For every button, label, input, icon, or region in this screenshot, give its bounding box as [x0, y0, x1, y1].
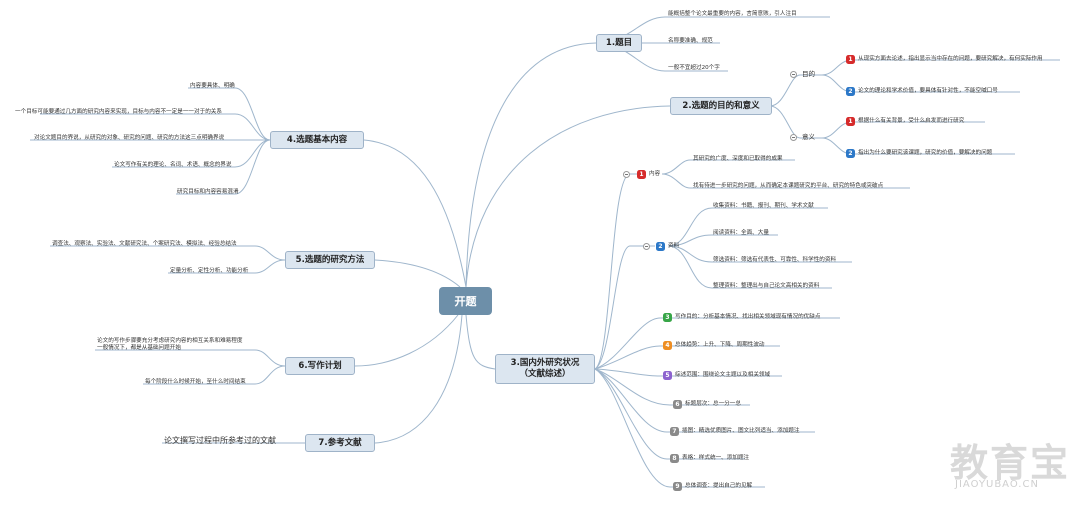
priority-3-icon: 3 — [663, 313, 672, 322]
purpose-item-2: 论文的理论和学术价值，要具体有针对性，不能空喊口号 — [858, 88, 998, 94]
other-item-4: 总体趋势：上升、下降、周期性波动 — [675, 342, 765, 348]
content-item-2: 找有待进一步研究的问题，从而确定本课题研究的平台、研究的特色或突破点 — [693, 183, 884, 189]
priority-5-icon: 5 — [663, 371, 672, 380]
materials-item-4: 整理资料：整理出与自己论文高相关的资料 — [713, 283, 820, 289]
other-item-8: 表格：样式统一、添加题注 — [682, 455, 750, 461]
content-item-1: 其研究的广度、深度和已取得的成果 — [693, 156, 783, 162]
collapse-materials-toggle[interactable] — [643, 243, 650, 250]
priority-8-icon: 8 — [670, 454, 679, 463]
collapse-meaning-toggle[interactable] — [790, 134, 797, 141]
materials-item-2: 阅读资料：全面、大量 — [713, 230, 769, 236]
method-leaf-2: 定量分析、定性分析、功能分析 — [170, 268, 249, 274]
topic-title-1[interactable]: 1.题目 — [596, 34, 642, 52]
purpose-label: 目的 — [802, 70, 815, 78]
other-item-5: 综述范围：围绕论文主题以及相关领域 — [675, 372, 771, 378]
priority-4-icon: 4 — [663, 341, 672, 350]
priority-2-icon: 2 — [846, 87, 855, 96]
collapse-purpose-toggle[interactable] — [790, 71, 797, 78]
other-item-7: 插图：精选优质图片、图文比列适当、添加题注 — [682, 428, 800, 434]
connector-lines — [30, 16, 1060, 488]
priority-6-icon: 6 — [673, 400, 682, 409]
central-topic[interactable]: 开题 — [439, 287, 492, 315]
reference-leaf: 论文撰写过程中所参考过的文献 — [164, 436, 276, 445]
priority-1-icon: 1 — [637, 170, 646, 179]
content-leaf-3: 对论文题目的界说，从研究的对象、研究的问题、研究的方法这三点明确界说 — [34, 135, 225, 141]
topic-purpose-2[interactable]: 2.选题的目的和意义 — [670, 97, 772, 115]
title-leaf-2: 名称要准确、规范 — [668, 38, 713, 44]
plan-leaf-1-line2: 一般情况下，都是从基础问题开始 — [97, 345, 181, 351]
topic-method-5[interactable]: 5.选题的研究方法 — [285, 251, 375, 269]
topic-plan-6[interactable]: 6.写作计划 — [285, 357, 355, 375]
meaning-item-1: 根据什么有关背景，受什么启发而进行研究 — [858, 118, 965, 124]
content-leaf-1: 内容要具体、明确 — [190, 83, 235, 89]
priority-7-icon: 7 — [670, 427, 679, 436]
meaning-label: 意义 — [802, 133, 815, 141]
other-item-3: 写作目的：分析基本情况、找出相关领域现有情况的优缺点 — [675, 314, 821, 320]
topic-reference-7[interactable]: 7.参考文献 — [305, 434, 375, 452]
mind-map-canvas: 开题 1.题目 2.选题的目的和意义 3.国内外研究状况 （文献综述） 4.选题… — [0, 0, 1080, 507]
priority-2-icon: 2 — [656, 242, 665, 251]
priority-2-icon: 2 — [846, 149, 855, 158]
topic-content-4[interactable]: 4.选题基本内容 — [270, 131, 364, 149]
other-item-9: 总体调查：提出自己的见解 — [685, 483, 753, 489]
purpose-item-1: 从现实方面去论述，指出显示当中存在的问题，要研究解决，有何实际作用 — [858, 56, 1043, 62]
meaning-item-2: 指出为什么要研究该课题，研究的价值，要解决的问题 — [858, 150, 993, 156]
method-leaf-1: 调查法、观察法、实验法、文献研究法、个案研究法、模拟法、经验总结法 — [52, 241, 237, 247]
topic-literature-3[interactable]: 3.国内外研究状况 （文献综述） — [495, 354, 595, 384]
materials-item-3: 筛选资料：筛选有代表性、可靠性、科学性的资料 — [713, 257, 837, 263]
plan-leaf-1-line1: 论文的写作步骤要充分考虑研究内容的相互关系和难易程度 — [97, 338, 243, 344]
collapse-content-toggle[interactable] — [623, 171, 630, 178]
watermark-url: JIAOYUBAO.CN — [955, 479, 1039, 490]
materials-item-1: 收集资料：书籍、报刊、期刊、学术文献 — [713, 203, 814, 209]
other-item-6: 标题层次：总一分一总 — [685, 401, 741, 407]
content-leaf-2: 一个目标可能要通过几方面的研究内容来实现，目标与内容不一定是一一对于的关系 — [15, 109, 222, 115]
priority-1-icon: 1 — [846, 117, 855, 126]
content-leaf-5: 研究目标和内容容易混淆 — [177, 189, 239, 195]
priority-9-icon: 9 — [673, 482, 682, 491]
content-leaf-4: 论文写作有关的理论、名词、术语、概念的界说 — [114, 162, 232, 168]
plan-leaf-2: 每个阶段什么时候开始，至什么时间结束 — [145, 379, 246, 385]
materials-label: 资料 — [668, 243, 680, 249]
topic-literature-3-line2: （文献综述） — [519, 369, 571, 379]
priority-1-icon: 1 — [846, 55, 855, 64]
title-leaf-1: 能概括整个论文最重要的内容，言简意赅，引人注目 — [668, 11, 797, 17]
title-leaf-3: 一般不宜超过20个字 — [668, 65, 720, 71]
topic-literature-3-line1: 3.国内外研究状况 — [510, 358, 580, 368]
content-label: 内容 — [649, 171, 661, 177]
